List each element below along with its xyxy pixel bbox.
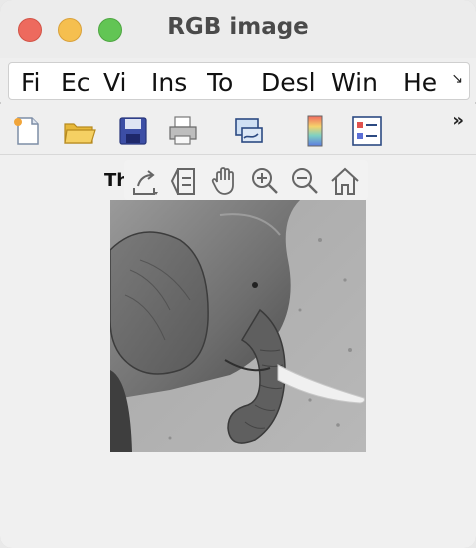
figure-toolbar: » <box>0 104 476 155</box>
menu-file[interactable]: Fi <box>21 66 51 99</box>
legend-icon[interactable] <box>350 114 384 148</box>
menu-insert[interactable]: Ins <box>151 66 195 99</box>
menu-overflow-icon[interactable]: ↘ <box>451 71 463 87</box>
window-title: RGB image <box>167 14 309 40</box>
menu-view[interactable]: Vi <box>103 66 137 99</box>
colorbar-icon[interactable] <box>298 114 332 148</box>
elephant-picture <box>110 200 366 452</box>
axes-toolbar <box>124 160 368 200</box>
open-folder-icon[interactable] <box>62 114 96 148</box>
menu-tools[interactable]: To <box>207 66 247 99</box>
zoom-out-icon[interactable] <box>288 164 322 198</box>
pan-hand-icon[interactable] <box>208 164 242 198</box>
menu-bar: Fi Ec Vi Ins To Desl Win He ↘ <box>0 58 476 102</box>
link-plot-icon[interactable] <box>232 114 266 148</box>
menu-edit[interactable]: Ec <box>61 66 91 99</box>
menu-desktop[interactable]: Desl <box>261 66 323 99</box>
save-disk-icon[interactable] <box>116 114 150 148</box>
elephant-image[interactable] <box>110 200 366 452</box>
home-icon[interactable] <box>328 164 362 198</box>
title-bar[interactable]: RGB image <box>0 0 476 58</box>
menu-window[interactable]: Win <box>331 66 389 99</box>
menu-help[interactable]: He <box>403 66 441 99</box>
export-icon[interactable] <box>128 164 162 198</box>
menu-frame: Fi Ec Vi Ins To Desl Win He ↘ <box>8 62 470 100</box>
new-figure-icon[interactable] <box>10 114 44 148</box>
brush-data-icon[interactable] <box>168 164 202 198</box>
toolbar-overflow-icon[interactable]: » <box>452 110 464 131</box>
print-icon[interactable] <box>166 114 200 148</box>
figure-window: RGB image Fi Ec Vi Ins To Desl Win He ↘ <box>0 0 476 548</box>
zoom-in-icon[interactable] <box>248 164 282 198</box>
